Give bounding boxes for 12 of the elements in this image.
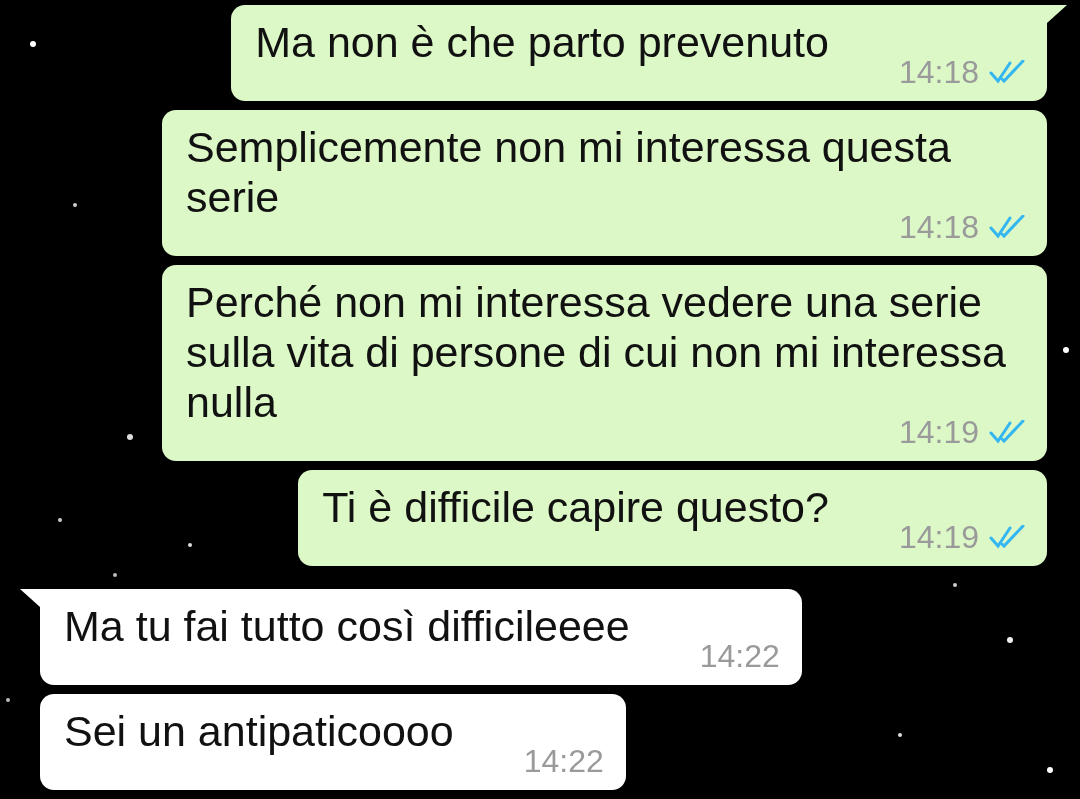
message-time: 14:18 (898, 55, 979, 89)
message-bubble[interactable]: Sei un antipaticoooo 14:22 (40, 694, 626, 790)
message-bubble[interactable]: Ti è difficile capire questo? 14:19 (298, 470, 1047, 566)
message-bubble[interactable]: Ma non è che parto prevenuto 14:18 (231, 5, 1047, 101)
message-text: Ma tu fai tutto così difficileeee (64, 602, 630, 650)
message-time: 14:22 (699, 639, 780, 673)
message-text: Ma non è che parto prevenuto (255, 18, 829, 66)
message-bubble[interactable]: Ma tu fai tutto così difficileeee 14:22 (40, 589, 802, 685)
message-text: Sei un antipaticoooo (64, 707, 454, 755)
message-time: 14:19 (898, 520, 979, 554)
message-text: Ti è difficile capire questo? (322, 483, 829, 531)
message-time: 14:22 (523, 744, 604, 778)
